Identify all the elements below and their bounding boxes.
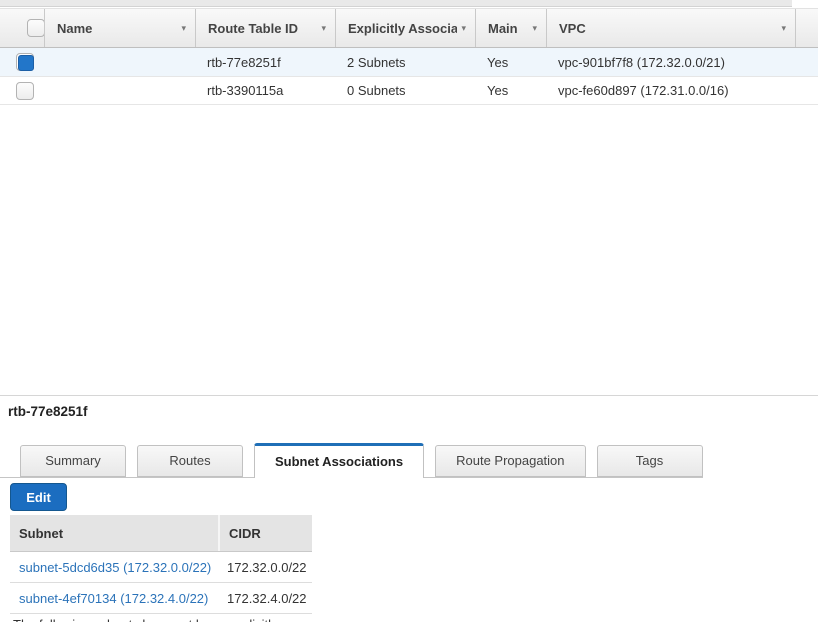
- column-header-name[interactable]: Name ▾: [44, 9, 195, 47]
- row-checkbox[interactable]: [16, 53, 34, 71]
- subnet-table-row: subnet-4ef70134 (172.32.4.0/22) 172.32.4…: [10, 583, 312, 614]
- cell-explicitly-associated: 2 Subnets: [347, 54, 406, 70]
- detail-pane-title: rtb-77e8251f: [8, 404, 88, 419]
- sort-arrow-icon[interactable]: ▾: [461, 23, 466, 34]
- subnet-associations-table: Subnet CIDR subnet-5dcd6d35 (172.32.0.0/…: [10, 515, 312, 614]
- column-header-vpc-label: VPC: [559, 20, 586, 36]
- sort-arrow-icon[interactable]: ▾: [532, 23, 537, 34]
- cell-cidr: 172.32.4.0/22: [227, 590, 307, 606]
- detail-pane-divider: [0, 395, 818, 396]
- subnet-link[interactable]: subnet-5dcd6d35 (172.32.0.0/22): [19, 560, 211, 575]
- edit-button[interactable]: Edit: [10, 483, 67, 511]
- row-checkbox-cell: [0, 53, 44, 71]
- cell-explicitly-associated: 0 Subnets: [347, 83, 406, 98]
- sort-arrow-icon[interactable]: ▾: [321, 23, 326, 34]
- subnet-link[interactable]: subnet-4ef70134 (172.32.4.0/22): [19, 591, 208, 606]
- subnet-table-header-row: Subnet CIDR: [10, 515, 312, 552]
- cell-main: Yes: [487, 83, 509, 98]
- tab-tags[interactable]: Tags: [596, 445, 703, 477]
- column-header-main[interactable]: Main ▾: [475, 9, 546, 47]
- tab-routes[interactable]: Routes: [137, 445, 243, 477]
- subnet-table-row: subnet-5dcd6d35 (172.32.0.0/22) 172.32.0…: [10, 552, 312, 583]
- implicit-subnets-note: The following subnets have not been expl…: [13, 617, 278, 622]
- sort-arrow-icon[interactable]: ▾: [781, 23, 786, 34]
- cell-main: Yes: [487, 54, 509, 70]
- column-header-main-label: Main: [488, 20, 518, 36]
- column-header-route-table-id[interactable]: Route Table ID ▾: [195, 9, 335, 47]
- table-row-rtb-3390115a[interactable]: rtb-3390115a 0 Subnets Yes vpc-fe60d897 …: [0, 77, 818, 105]
- table-row-rtb-77e8251f[interactable]: rtb-77e8251f 2 Subnets Yes vpc-901bf7f8 …: [0, 48, 818, 77]
- column-header-explicitly-associated[interactable]: Explicitly Associat ▾: [335, 9, 475, 47]
- toolbar-strip: [0, 0, 792, 7]
- tab-route-propagation[interactable]: Route Propagation: [435, 445, 586, 477]
- detail-tab-bar: Summary Routes Subnet Associations Route…: [0, 443, 703, 478]
- select-all-checkbox[interactable]: [27, 19, 44, 37]
- column-header-cidr: CIDR: [218, 515, 312, 551]
- select-all-cell: [0, 9, 44, 47]
- column-header-explicitly-associated-label: Explicitly Associat: [348, 20, 458, 36]
- column-header-subnet: Subnet: [19, 525, 64, 541]
- cell-subnet: subnet-5dcd6d35 (172.32.0.0/22): [10, 560, 218, 575]
- tab-summary[interactable]: Summary: [20, 445, 126, 477]
- cell-route-table-id: rtb-3390115a: [207, 83, 284, 98]
- cell-route-table-id: rtb-77e8251f: [207, 54, 281, 70]
- column-header-vpc[interactable]: VPC ▾: [546, 9, 795, 47]
- cell-vpc: vpc-901bf7f8 (172.32.0.0/21): [558, 54, 725, 70]
- cell-cidr: 172.32.0.0/22: [227, 559, 307, 575]
- sort-arrow-icon[interactable]: ▾: [181, 23, 186, 34]
- column-header-name-label: Name: [57, 20, 93, 36]
- cell-subnet: subnet-4ef70134 (172.32.4.0/22): [10, 591, 218, 606]
- cell-vpc: vpc-fe60d897 (172.31.0.0/16): [558, 83, 729, 98]
- column-header-filler: [795, 9, 818, 47]
- row-checkbox-cell: [0, 81, 44, 100]
- route-tables-header-row: Name ▾ Route Table ID ▾ Explicitly Assoc…: [0, 8, 818, 48]
- route-tables-table: Name ▾ Route Table ID ▾ Explicitly Assoc…: [0, 8, 818, 105]
- page: Name ▾ Route Table ID ▾ Explicitly Assoc…: [0, 0, 818, 622]
- tab-subnet-associations[interactable]: Subnet Associations: [254, 443, 425, 478]
- column-header-route-table-id-label: Route Table ID: [208, 20, 299, 36]
- row-checkbox[interactable]: [16, 81, 34, 100]
